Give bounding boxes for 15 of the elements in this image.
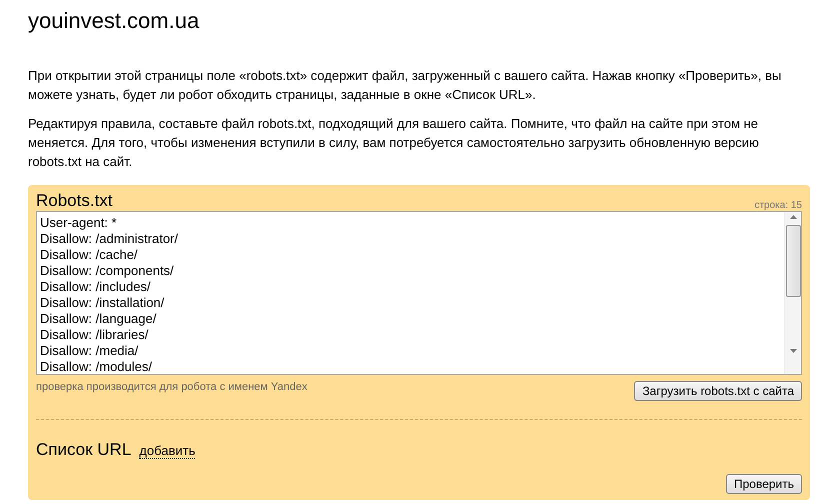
intro-paragraph: При открытии этой страницы поле «robots.txt» содержит файл, загруженный с вашего сайта. Нажав кнопку «Проверить», вы можете узнать, будет ли робот обходить страницы, заданные в окне «Список URL». [28, 67, 782, 104]
robots-editor-field[interactable] [36, 211, 802, 375]
robot-note: проверка производится для робота с именем Yandex [36, 381, 308, 393]
panel-title: Robots.txt [36, 191, 113, 211]
url-list-title: Список URL [36, 440, 132, 460]
line-counter: строка: 15 [754, 200, 802, 211]
add-link[interactable]: добавить [139, 443, 196, 459]
load-robots-button[interactable]: Загрузить robots.txt с сайта [634, 381, 802, 401]
scroll-up-icon [790, 215, 796, 219]
intro-paragraph: Редактируя правила, составьте файл robots.txt, подходящий для вашего сайта. Помните, что файл на сайте при этом не меняется. Для того, чтобы изменения вступили в силу, вам потребуется самостоятельно загрузить обновленную версию robots.txt на сайт. [28, 115, 760, 171]
scrollbar[interactable] [784, 212, 801, 374]
check-button[interactable]: Проверить [726, 474, 802, 494]
site-title: youinvest.com.ua [28, 8, 200, 34]
robots-text: User-agent: * Disallow: /administrator/ Disallow: /cache/ Disallow: /components/ Disallow: /includes/ Disallow: /installation/ Disallow: /language/ Disallow: /libraries/ Disallow: /media/ Disallow: /modules/ [39, 214, 179, 374]
scroll-down-icon [790, 349, 796, 353]
